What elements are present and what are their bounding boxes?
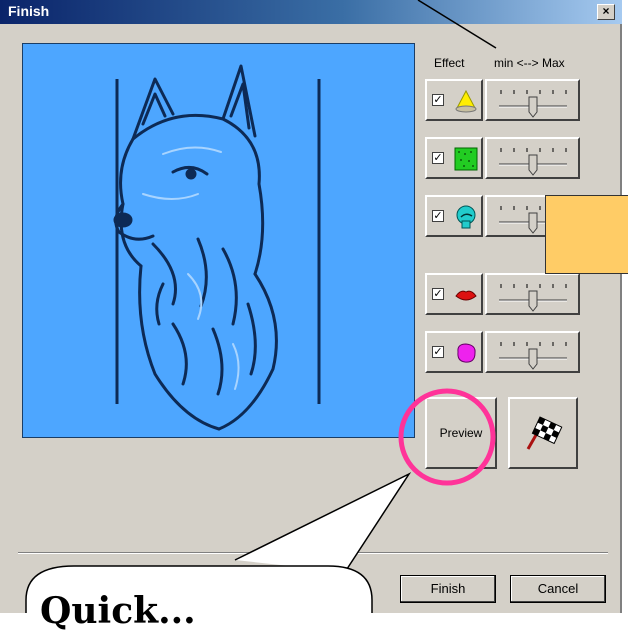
effect-checkbox[interactable]: ✓ — [432, 210, 444, 222]
effect-slider[interactable] — [485, 273, 580, 315]
title-bar[interactable]: Finish × — [0, 0, 622, 24]
effect-slider[interactable] — [485, 79, 580, 121]
close-button[interactable]: × — [597, 4, 615, 20]
finish-dialog: Finish × Effect min <--> Max ✓ ✓ ✓ ✓ ✓ P… — [0, 0, 622, 613]
cyan-head-icon — [456, 205, 476, 229]
effect-checkbox[interactable]: ✓ — [432, 346, 444, 358]
effect-button[interactable]: ✓ — [425, 273, 483, 315]
effect-row: ✓ — [425, 137, 580, 181]
magenta-blob-icon — [457, 343, 476, 363]
effect-row: ✓ — [425, 331, 580, 375]
preview-button[interactable]: Preview — [425, 397, 497, 469]
range-column-header: min <--> Max — [494, 56, 565, 70]
note-rectangle — [545, 195, 628, 274]
checkered-flag-icon — [526, 416, 563, 450]
slider-track — [499, 90, 567, 118]
callout-text: Quick... — [40, 590, 196, 632]
slider-track — [499, 284, 567, 312]
effect-slider[interactable] — [485, 137, 580, 179]
finish-button[interactable]: Finish — [400, 575, 496, 603]
effect-button[interactable]: ✓ — [425, 137, 483, 179]
effect-button[interactable]: ✓ — [425, 79, 483, 121]
cancel-button[interactable]: Cancel — [510, 575, 606, 603]
effect-button[interactable]: ✓ — [425, 331, 483, 373]
slider-track — [499, 148, 567, 176]
slider-track — [499, 342, 567, 370]
window-title: Finish — [8, 3, 50, 19]
green-texture-icon — [454, 147, 478, 171]
preview-image — [22, 43, 415, 438]
effect-checkbox[interactable]: ✓ — [432, 288, 444, 300]
wolf-sketch — [113, 64, 321, 431]
render-button[interactable] — [508, 397, 578, 469]
cone-light-icon — [455, 89, 477, 113]
red-lips-icon — [455, 290, 477, 301]
effect-row: ✓ — [425, 79, 580, 123]
separator — [18, 552, 608, 554]
effect-checkbox[interactable]: ✓ — [432, 94, 444, 106]
effect-checkbox[interactable]: ✓ — [432, 152, 444, 164]
effect-slider[interactable] — [485, 331, 580, 373]
effect-row: ✓ — [425, 273, 580, 317]
effect-column-header: Effect — [434, 56, 465, 70]
effect-button[interactable]: ✓ — [425, 195, 483, 237]
